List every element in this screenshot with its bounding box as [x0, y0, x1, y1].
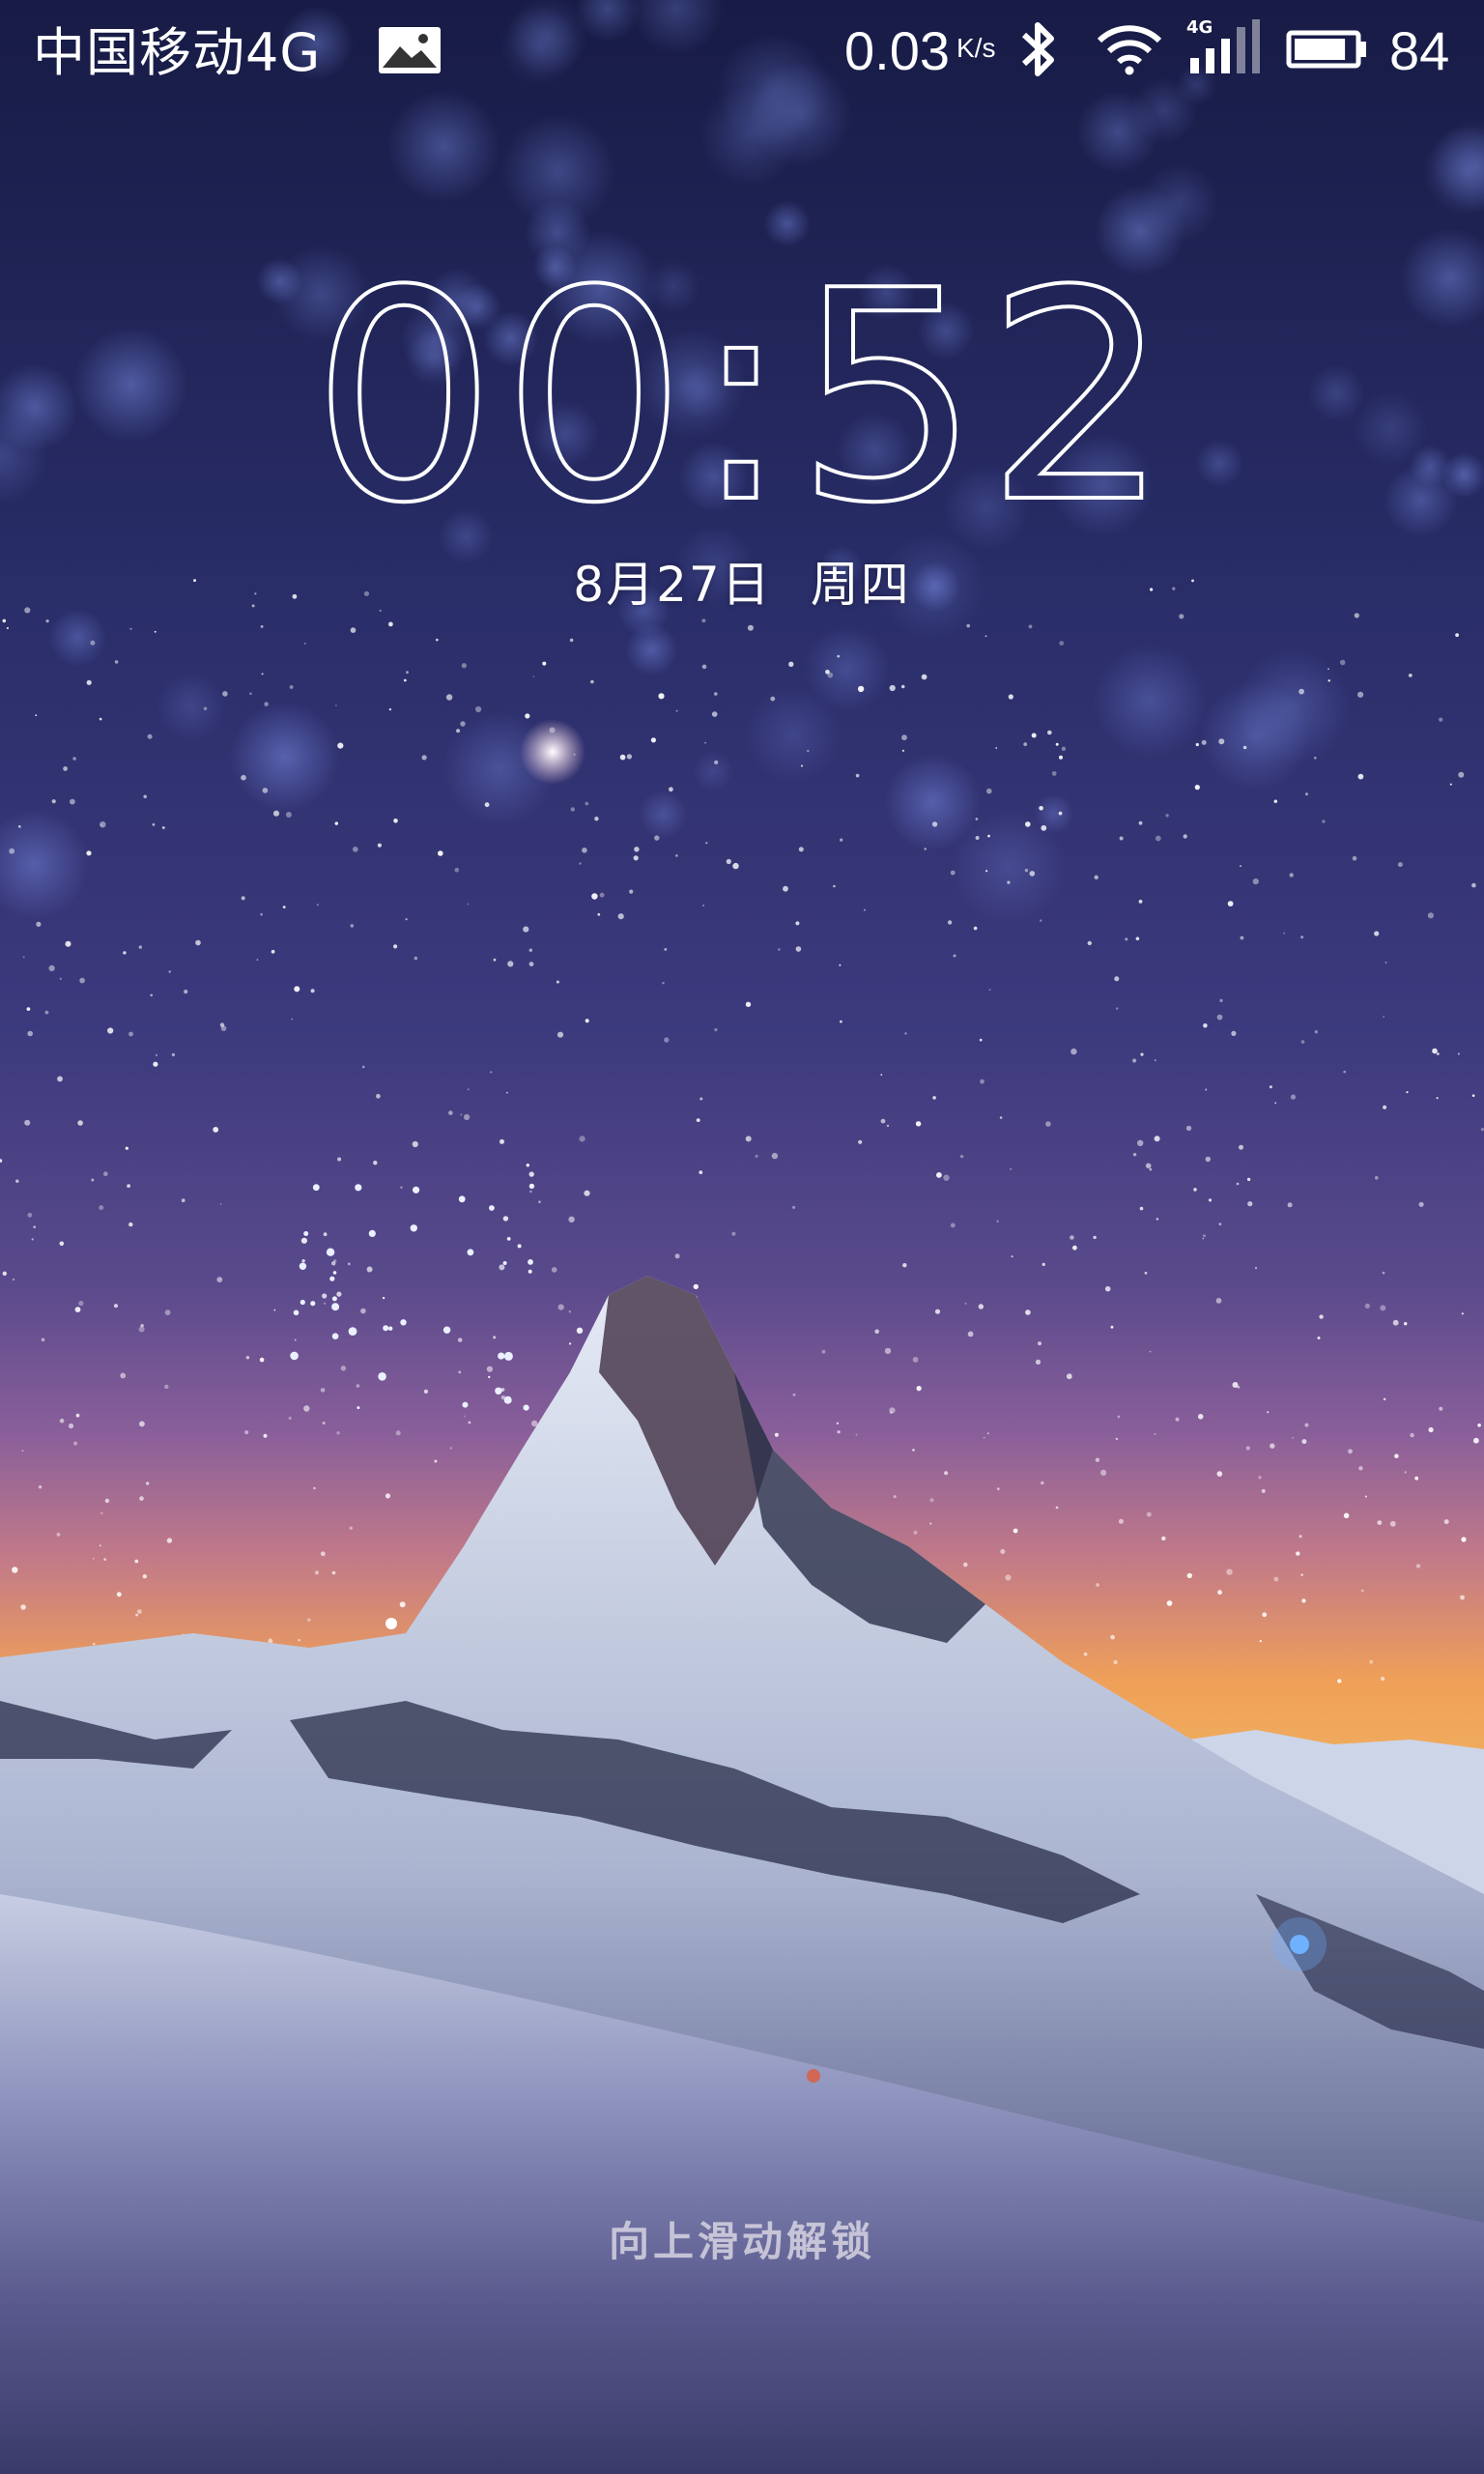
- battery-icon: [1286, 30, 1366, 69]
- lock-screen-date: 8月27日 周四: [0, 551, 1484, 618]
- date-label: 8月27日: [573, 557, 772, 613]
- signal-4g-icon: 4G: [1186, 17, 1260, 73]
- carrier-label: 中国移动4G: [33, 22, 322, 83]
- gallery-icon: [379, 27, 441, 73]
- swipe-up-to-unlock-hint[interactable]: 向上滑动解锁: [0, 2213, 1484, 2271]
- bluetooth-icon: [1021, 22, 1054, 76]
- network-speed-value: 0.03: [844, 20, 950, 81]
- signal-network-type: 4G: [1186, 17, 1213, 38]
- wifi-icon: [1097, 25, 1162, 75]
- clock-time: 00:52: [319, 275, 1169, 527]
- network-speed-unit: K/s: [956, 33, 996, 63]
- battery-percentage: 84: [1389, 20, 1450, 81]
- status-bar: 中国移动4G 0.03 K/s 4G 84: [0, 0, 1484, 106]
- weekday-label: 周四: [810, 557, 911, 613]
- lock-screen-clock: 00:52: [319, 275, 1169, 527]
